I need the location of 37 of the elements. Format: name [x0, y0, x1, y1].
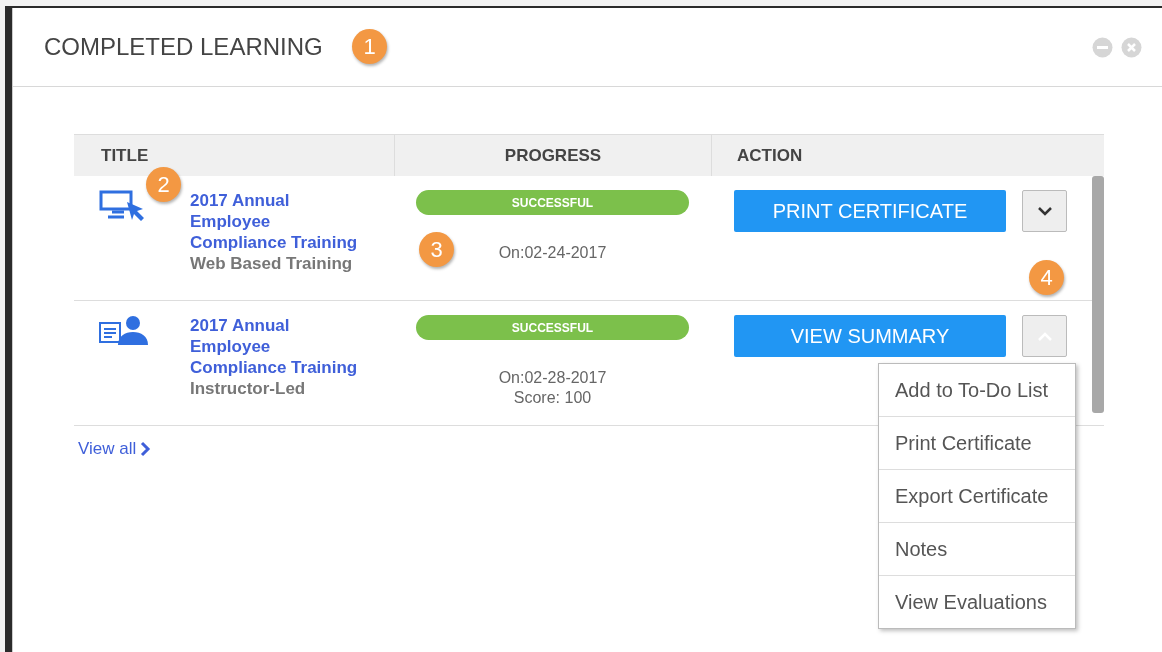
course-title-link[interactable]: Compliance Training: [190, 232, 358, 253]
course-type: Web Based Training: [190, 253, 354, 274]
instructor-icon: [98, 315, 150, 347]
minimize-icon[interactable]: [1092, 36, 1113, 58]
action-button[interactable]: VIEW SUMMARY: [734, 315, 1006, 357]
course-title-link[interactable]: Employee: [190, 211, 358, 232]
callout-badge: 4: [1029, 260, 1064, 295]
completion-detail: Score: 100: [513, 388, 592, 408]
panel-title: COMPLETED LEARNING: [44, 33, 323, 61]
status-badge: SUCCESSFUL: [416, 315, 689, 340]
course-title-link[interactable]: 2017 Annual: [190, 315, 358, 336]
course-title-link[interactable]: Compliance Training: [190, 357, 358, 378]
course-title-link[interactable]: 2017 Annual: [190, 190, 358, 211]
close-icon[interactable]: [1121, 36, 1142, 58]
menu-item[interactable]: Print Certificate: [879, 416, 1075, 469]
dropdown-toggle[interactable]: [1022, 315, 1067, 357]
status-badge: SUCCESSFUL: [416, 190, 689, 215]
column-header: TITLE: [101, 145, 149, 166]
scrollbar-thumb[interactable]: [1092, 176, 1104, 413]
menu-item[interactable]: Add to To-Do List: [879, 364, 1075, 416]
completion-detail: On:02-24-2017: [498, 243, 607, 263]
chevron-down-icon: [1035, 205, 1054, 217]
menu-item[interactable]: View Evaluations: [879, 575, 1075, 628]
column-header: PROGRESS: [504, 145, 602, 166]
dropdown-toggle[interactable]: [1022, 190, 1067, 232]
action-button[interactable]: PRINT CERTIFICATE: [734, 190, 1006, 232]
column-header: ACTION: [737, 145, 803, 166]
completion-detail: On:02-28-2017: [498, 368, 607, 388]
callout-badge: 1: [352, 29, 387, 64]
view-all-link[interactable]: View all: [78, 439, 152, 459]
callout-badge: 3: [419, 232, 454, 267]
course-title-link[interactable]: Employee: [190, 336, 358, 357]
course-type: Instructor-Led: [190, 378, 307, 399]
callout-badge: 2: [146, 167, 181, 202]
chevron-right-icon: [140, 441, 152, 457]
menu-item[interactable]: Notes: [879, 522, 1075, 575]
menu-item[interactable]: Export Certificate: [879, 469, 1075, 522]
